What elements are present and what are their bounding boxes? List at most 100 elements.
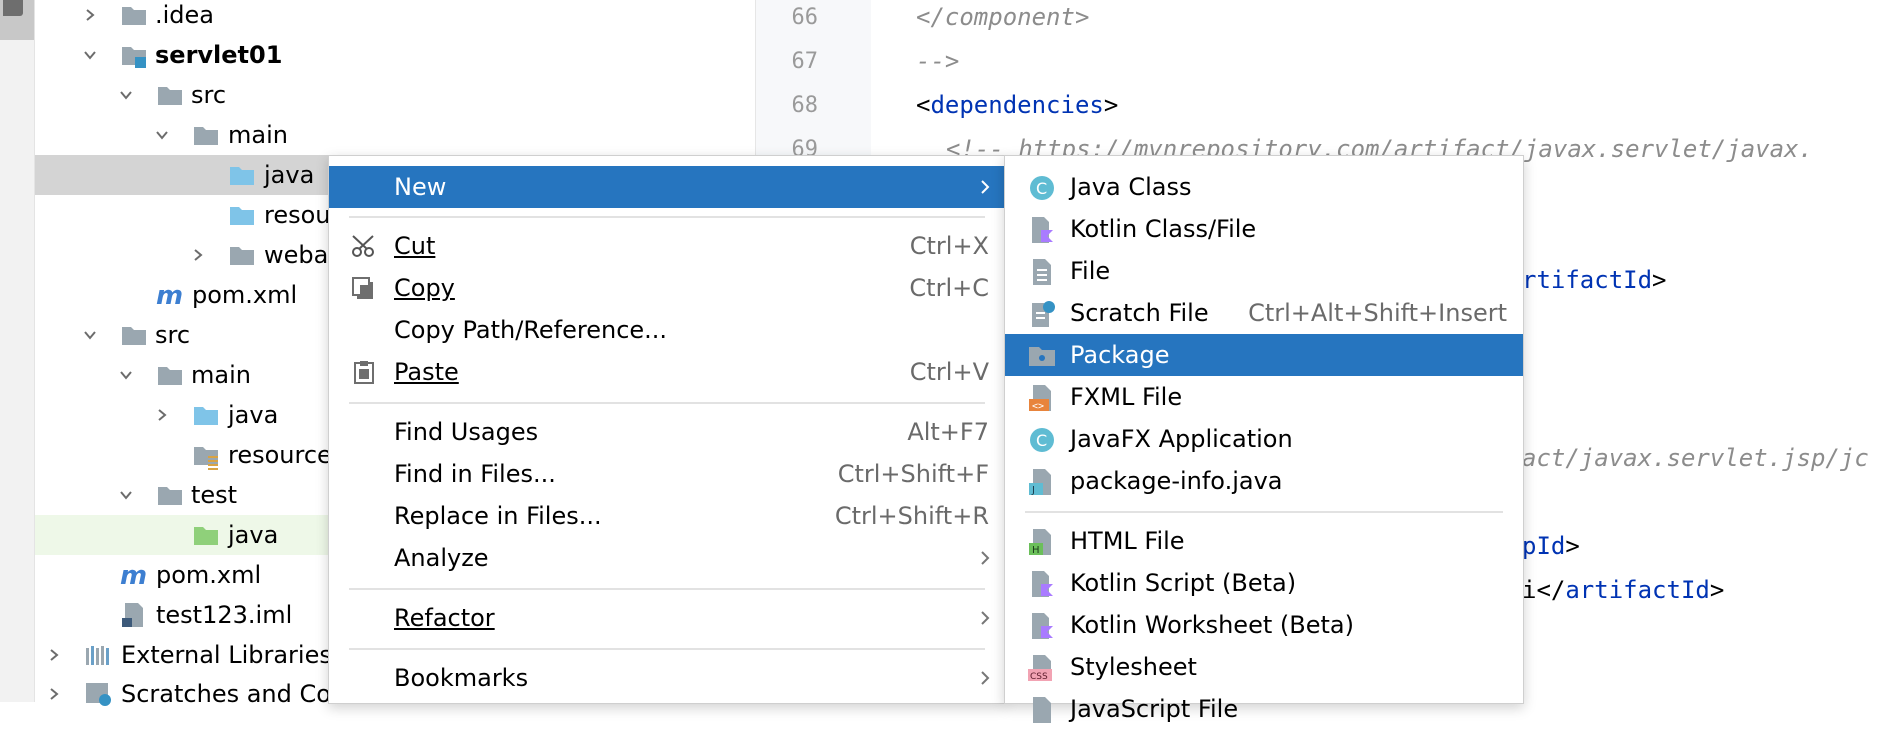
submenu-item-kotlin-class[interactable]: Kotlin Class/File [1005, 208, 1523, 250]
menu-separator [349, 402, 985, 404]
menu-item-label: Kotlin Worksheet (Beta) [1070, 611, 1354, 639]
code-token: i</ [1522, 576, 1566, 604]
submenu-item-kotlin-worksheet[interactable]: Kotlin Worksheet (Beta) [1005, 604, 1523, 646]
submenu-item-stylesheet[interactable]: CSS Stylesheet [1005, 646, 1523, 688]
code-fragment: pId> [1522, 532, 1580, 560]
submenu-item-html-file[interactable]: H HTML File [1005, 520, 1523, 562]
java-file-icon: J [1027, 468, 1057, 496]
submenu-item-package[interactable]: Package [1005, 334, 1523, 376]
tree-item-label: servlet01 [155, 41, 283, 69]
chevron-right-icon[interactable] [155, 408, 169, 422]
tree-item-label: test123.iml [156, 601, 293, 629]
code-token: artifactId [1565, 576, 1710, 604]
chevron-right-icon[interactable] [47, 648, 61, 662]
chevron-right-icon[interactable] [47, 687, 61, 701]
menu-item-label: Stylesheet [1070, 653, 1197, 681]
chevron-down-icon[interactable] [83, 328, 97, 342]
tree-row[interactable]: main [35, 115, 754, 155]
submenu-item-scratch-file[interactable]: Scratch File Ctrl+Alt+Shift+Insert [1005, 292, 1523, 334]
source-folder-icon [229, 164, 255, 186]
menu-item-label: Java Class [1070, 173, 1192, 201]
tree-item-label: java [264, 161, 315, 189]
menu-item-new[interactable]: New [329, 166, 1005, 208]
tree-row[interactable]: src [35, 75, 754, 115]
line-number: 68 [791, 93, 819, 118]
file-icon [1027, 258, 1057, 286]
scratch-file-icon [1027, 300, 1057, 328]
menu-item-copy-path[interactable]: Copy Path/Reference... [329, 309, 1005, 351]
chevron-down-icon[interactable] [83, 48, 97, 62]
line-number: 67 [791, 49, 819, 74]
kotlin-script-icon [1027, 570, 1057, 598]
menu-item-shortcut: Ctrl+X [909, 232, 989, 260]
chevron-down-icon[interactable] [119, 488, 133, 502]
library-icon [85, 644, 111, 666]
tree-item-label: src [155, 321, 191, 349]
code-token: dependencies [930, 91, 1104, 119]
icon-letter: C [1036, 179, 1047, 198]
folder-icon [229, 244, 255, 266]
project-tool-button[interactable] [0, 0, 34, 40]
menu-item-bookmarks[interactable]: Bookmarks [329, 657, 1005, 699]
menu-item-label: Kotlin Class/File [1070, 215, 1257, 243]
chevron-right-icon[interactable] [191, 248, 205, 262]
menu-item-find-in-files[interactable]: Find in Files... Ctrl+Shift+F [329, 453, 1005, 495]
submenu-item-package-info[interactable]: J package-info.java [1005, 460, 1523, 502]
tree-item-label: resource [228, 441, 332, 469]
menu-item-label: File [1070, 257, 1111, 285]
chevron-right-icon[interactable] [83, 8, 97, 22]
tree-item-label: weba [264, 241, 329, 269]
icon-letter: C [1036, 431, 1047, 450]
menu-item-label: Replace in Files... [394, 502, 602, 530]
code-line: --> [916, 47, 960, 75]
menu-item-label: HTML File [1070, 527, 1185, 555]
submenu-item-java-class[interactable]: C Java Class [1005, 166, 1523, 208]
menu-item-label: JavaScript File [1070, 695, 1239, 723]
new-submenu: C Java Class Kotlin Class/File File Scra… [1004, 155, 1524, 723]
menu-item-shortcut: Ctrl+V [909, 358, 989, 386]
submenu-item-file[interactable]: File [1005, 250, 1523, 292]
tree-item-label: java [228, 521, 279, 549]
chevron-down-icon[interactable] [119, 368, 133, 382]
folder-icon [121, 4, 147, 26]
tree-row[interactable]: servlet01 [35, 35, 754, 75]
code-token: > [1565, 532, 1580, 560]
menu-item-label: New [394, 173, 447, 201]
code-token: > [1652, 266, 1667, 294]
menu-item-replace-in-files[interactable]: Replace in Files... Ctrl+Shift+R [329, 495, 1005, 537]
menu-item-copy[interactable]: Copy Ctrl+C [329, 267, 1005, 309]
code-token: < [916, 91, 931, 119]
menu-item-label: Analyze [394, 544, 489, 572]
chevron-right-icon [977, 550, 993, 566]
menu-item-label: Package [1070, 341, 1170, 369]
chevron-down-icon[interactable] [155, 128, 169, 142]
submenu-item-javascript-file[interactable]: JavaScript File [1005, 688, 1523, 730]
tree-item-label: Scratches and Cor [121, 680, 341, 708]
menu-item-analyze[interactable]: Analyze [329, 537, 1005, 579]
code-fragment: rtifactId> [1522, 266, 1667, 294]
menu-item-label: JavaFX Application [1070, 425, 1293, 453]
submenu-item-kotlin-script[interactable]: Kotlin Script (Beta) [1005, 562, 1523, 604]
menu-item-shortcut: Ctrl+C [909, 274, 989, 302]
tree-row[interactable]: .idea [35, 0, 754, 35]
submenu-item-fxml-file[interactable]: <> FXML File [1005, 376, 1523, 418]
menu-item-find-usages[interactable]: Find Usages Alt+F7 [329, 411, 1005, 453]
submenu-item-javafx-application[interactable]: C JavaFX Application [1005, 418, 1523, 460]
menu-item-label: Paste [394, 358, 459, 386]
package-icon [1027, 342, 1057, 370]
menu-item-label: Find Usages [394, 418, 539, 446]
menu-item-shortcut: Ctrl+Alt+Shift+Insert [1248, 299, 1507, 327]
tool-window-strip [0, 0, 35, 702]
menu-item-label: Refactor [394, 604, 495, 632]
tree-item-label: src [191, 81, 227, 109]
javascript-file-icon [1027, 696, 1057, 724]
folder-icon [157, 484, 183, 506]
menu-item-label: Find in Files... [394, 460, 556, 488]
chevron-down-icon[interactable] [119, 88, 133, 102]
code-token: pId [1522, 532, 1566, 560]
code-line: <dependencies> [916, 91, 1118, 119]
folder-icon [157, 364, 183, 386]
menu-item-refactor[interactable]: Refactor [329, 597, 1005, 639]
menu-item-paste[interactable]: Paste Ctrl+V [329, 351, 1005, 393]
menu-item-cut[interactable]: Cut Ctrl+X [329, 225, 1005, 267]
